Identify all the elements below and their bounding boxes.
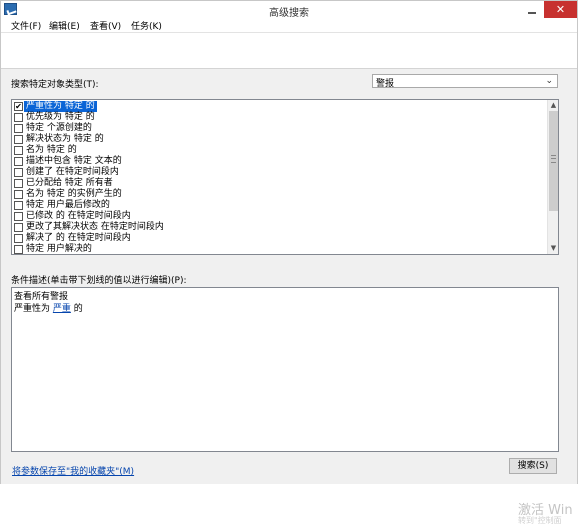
criteria-checkbox[interactable] <box>14 146 23 155</box>
chevron-down-icon: ⌄ <box>545 76 553 86</box>
description-label: 条件描述(单击带下划线的值以进行编辑)(P): <box>11 276 187 286</box>
criteria-checkbox[interactable] <box>14 212 23 221</box>
menu-view[interactable]: 查看(V) <box>90 19 121 32</box>
advanced-search-window: 高级搜索 ✕ 文件(F) 编辑(E) 查看(V) 任务(K) 搜索特定对象类型(… <box>0 0 578 525</box>
criteria-checkbox[interactable] <box>14 201 23 210</box>
vertical-scrollbar[interactable]: ▲ ▼ <box>547 100 558 254</box>
description-box[interactable]: 查看所有警报 严重性为 严重 的 <box>11 287 559 452</box>
close-button[interactable]: ✕ <box>544 1 577 18</box>
criteria-label: 优先级为 特定 的 <box>26 112 95 122</box>
object-type-select[interactable]: 警报 ⌄ <box>372 74 558 89</box>
criteria-row[interactable]: 更改了其解决状态 在特定时间段内 <box>13 222 546 233</box>
criteria-checkbox[interactable] <box>14 135 23 144</box>
description-line-2: 严重性为 严重 的 <box>14 301 83 314</box>
criteria-label: 解决状态为 特定 的 <box>26 134 104 144</box>
criteria-checkbox[interactable] <box>14 168 23 177</box>
criteria-label: 特定 用户解决的 <box>26 244 92 254</box>
toolbar-area <box>1 32 577 69</box>
content-area: 搜索特定对象类型(T): 警报 ⌄ ✔ 严重性为 特定 的优先级为 特定 的特定 … <box>1 68 577 525</box>
criteria-checkbox[interactable] <box>14 124 23 133</box>
save-to-favorites-link[interactable]: 将参数保存至"我的收藏夹"(M) <box>12 464 134 477</box>
criteria-checkbox[interactable] <box>14 223 23 232</box>
criteria-label: 已修改 的 在特定时间段内 <box>26 211 131 221</box>
criteria-row[interactable]: 解决状态为 特定 的 <box>13 134 546 145</box>
criteria-label: 特定 个源创建的 <box>26 123 92 133</box>
menu-edit[interactable]: 编辑(E) <box>49 19 80 32</box>
menu-bar: 文件(F) 编辑(E) 查看(V) 任务(K) <box>1 18 577 32</box>
description-suffix: 的 <box>70 304 83 314</box>
criteria-row[interactable]: 名为 特定 的实例产生的 <box>13 189 546 200</box>
criteria-row[interactable]: 已分配给 特定 所有者 <box>13 178 546 189</box>
criteria-label: 已分配给 特定 所有者 <box>26 178 113 188</box>
criteria-checkbox[interactable] <box>14 113 23 122</box>
severity-value-link[interactable]: 严重 <box>53 304 71 314</box>
criteria-label: 严重性为 特定 的 <box>24 101 97 112</box>
scroll-down-icon[interactable]: ▼ <box>548 243 558 254</box>
criteria-label: 名为 特定 的实例产生的 <box>26 189 122 199</box>
object-type-value: 警报 <box>376 79 395 89</box>
search-type-label: 搜索特定对象类型(T): <box>11 80 99 90</box>
criteria-label: 特定 用户最后修改的 <box>26 200 110 210</box>
scroll-up-icon[interactable]: ▲ <box>548 100 558 111</box>
scroll-thumb[interactable] <box>549 111 558 211</box>
window-title: 高级搜索 <box>269 8 309 19</box>
criteria-row[interactable]: 特定 用户解决的 <box>13 244 546 254</box>
criteria-checkbox[interactable]: ✔ <box>14 102 23 111</box>
menu-file[interactable]: 文件(F) <box>11 19 41 32</box>
criteria-row[interactable]: 特定 用户最后修改的 <box>13 200 546 211</box>
activation-watermark-sub: 转到"控制面 <box>518 516 562 525</box>
criteria-label: 名为 特定 的 <box>26 145 77 155</box>
criteria-checkbox[interactable] <box>14 157 23 166</box>
criteria-checkbox[interactable] <box>14 234 23 243</box>
description-prefix: 严重性为 <box>14 304 53 314</box>
menu-task[interactable]: 任务(K) <box>131 19 162 32</box>
criteria-row[interactable]: 优先级为 特定 的 <box>13 112 546 123</box>
criteria-label: 更改了其解决状态 在特定时间段内 <box>26 222 164 232</box>
criteria-row[interactable]: 解决了 的 在特定时间段内 <box>13 233 546 244</box>
criteria-row[interactable]: 创建了 在特定时间段内 <box>13 167 546 178</box>
criteria-label: 解决了 的 在特定时间段内 <box>26 233 131 243</box>
criteria-row[interactable]: 名为 特定 的 <box>13 145 546 156</box>
criteria-list[interactable]: ✔ 严重性为 特定 的优先级为 特定 的特定 个源创建的 解决状态为 特定 的名为 … <box>11 99 559 255</box>
criteria-checkbox[interactable] <box>14 190 23 199</box>
search-button[interactable]: 搜索(S) <box>509 458 557 474</box>
criteria-row[interactable]: ✔ 严重性为 特定 的 <box>13 101 546 112</box>
criteria-label: 创建了 在特定时间段内 <box>26 167 119 177</box>
minimize-button[interactable] <box>521 1 543 18</box>
criteria-label: 描述中包含 特定 文本的 <box>26 156 122 166</box>
title-bar: 高级搜索 ✕ <box>1 1 577 19</box>
criteria-row[interactable]: 描述中包含 特定 文本的 <box>13 156 546 167</box>
criteria-row[interactable]: 特定 个源创建的 <box>13 123 546 134</box>
criteria-row[interactable]: 已修改 的 在特定时间段内 <box>13 211 546 222</box>
criteria-checkbox[interactable] <box>14 179 23 188</box>
criteria-checkbox[interactable] <box>14 245 23 254</box>
grip-icon <box>551 155 556 163</box>
